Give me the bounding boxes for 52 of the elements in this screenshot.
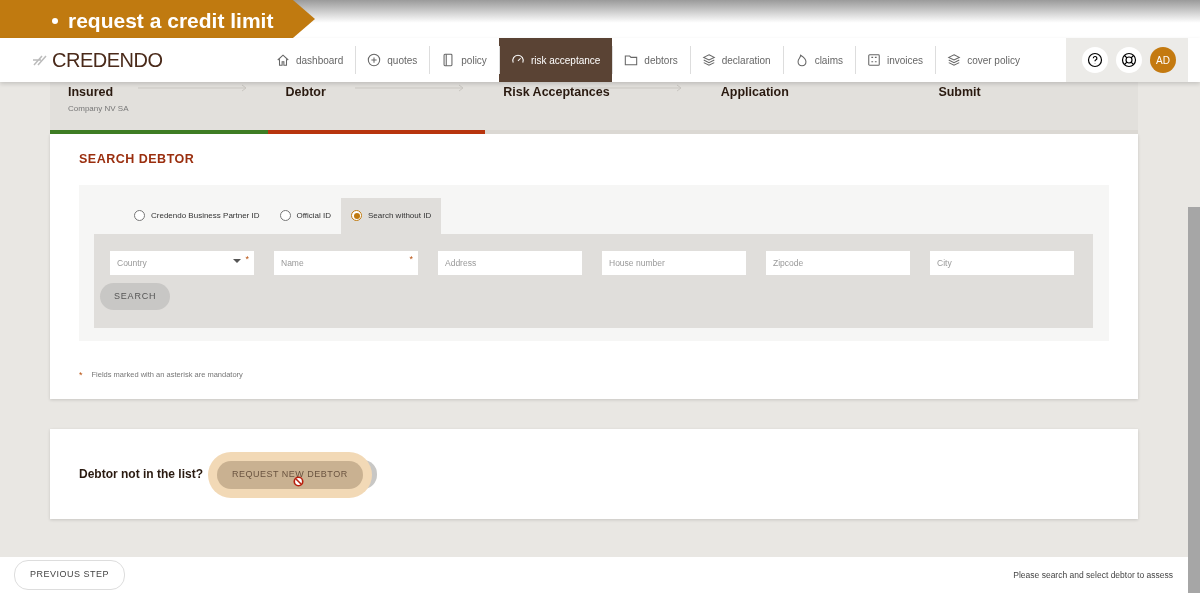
dropdown-caret-icon xyxy=(233,258,241,263)
step-title: Debtor xyxy=(285,86,326,100)
nav-tab[interactable]: risk acceptance xyxy=(498,38,613,82)
logo-mark-icon xyxy=(32,53,50,67)
section-title: SEARCH DEBTOR xyxy=(78,151,196,168)
step-title: Submit xyxy=(938,86,981,100)
previous-step-button[interactable]: PREVIOUS STEP xyxy=(14,560,126,590)
radio-option[interactable]: Credendo Business Partner ID xyxy=(124,197,270,234)
input-field[interactable]: House number xyxy=(602,250,746,275)
home-icon xyxy=(276,53,290,67)
radio-option[interactable]: Official ID xyxy=(269,197,342,234)
bullet-icon xyxy=(52,17,58,24)
step-title: Application xyxy=(720,86,789,100)
radio-icon xyxy=(351,210,363,222)
nav-tab[interactable]: quotes xyxy=(355,38,430,82)
nav-tab[interactable]: dashboard xyxy=(264,38,356,82)
banner-title: request a credit limit xyxy=(68,7,274,34)
lifebuoy-icon xyxy=(1121,52,1137,68)
input-field[interactable]: City xyxy=(930,250,1074,275)
step-title: Insured xyxy=(68,86,114,100)
notebook-icon xyxy=(441,53,456,67)
scrollbar-thumb[interactable] xyxy=(1188,207,1200,593)
input-field[interactable]: Zipcode xyxy=(766,250,910,275)
step-title: Risk Acceptances xyxy=(503,86,610,100)
search-button[interactable]: SEARCH xyxy=(100,282,171,311)
nav-tab[interactable]: claims xyxy=(782,38,855,82)
layers-icon xyxy=(701,53,716,67)
asterisk-mark: * xyxy=(79,368,83,382)
radio-icon xyxy=(134,210,145,222)
nav-tab[interactable]: policy xyxy=(429,38,499,82)
input-field[interactable]: Address xyxy=(438,250,582,275)
status-hint: Please search and select debtor to assess xyxy=(1013,568,1173,582)
required-asterisk: * xyxy=(245,254,249,264)
radio-icon xyxy=(279,210,291,222)
logo-text: CREDENDO xyxy=(52,48,163,73)
required-asterisk: * xyxy=(409,254,413,264)
question-text: Debtor not in the list? xyxy=(79,466,203,484)
nav-tab[interactable]: debtors xyxy=(612,38,690,82)
support-button[interactable] xyxy=(1116,47,1142,73)
nav-tab[interactable]: declaration xyxy=(689,38,783,82)
invoice-icon xyxy=(867,53,881,67)
user-avatar[interactable]: AD xyxy=(1150,47,1176,73)
nav-tab[interactable]: invoices xyxy=(855,38,936,82)
add-icon xyxy=(367,53,382,67)
nav-tab[interactable]: cover policy xyxy=(935,38,1032,82)
folder-icon xyxy=(624,53,639,67)
layers-icon xyxy=(947,53,962,67)
help-icon xyxy=(1087,52,1103,68)
help-button[interactable] xyxy=(1082,47,1108,73)
not-allowed-cursor-icon xyxy=(293,476,304,487)
step-subtitle: Company NV SA xyxy=(68,102,130,115)
radio-option[interactable]: Search without ID xyxy=(341,197,442,234)
